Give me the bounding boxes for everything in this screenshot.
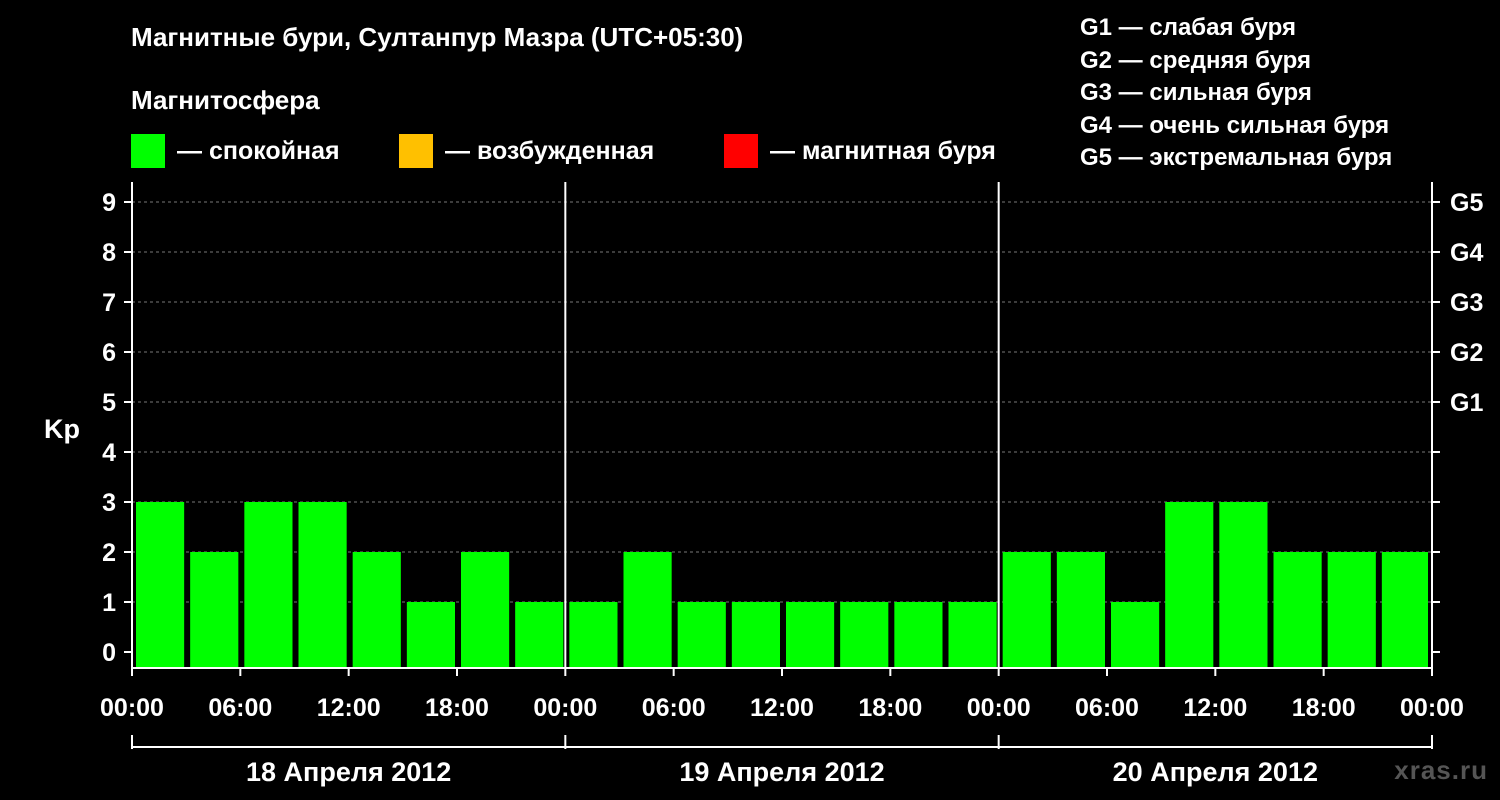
y-axis-label: Kp: [44, 414, 80, 444]
kp-bar-chart: 0 1 2 3 4 5 6 7 8 9 G1 G2 G3 G4 G5 Kp 00:00 06:00 12:00 18:…: [44, 182, 1483, 787]
kp-bar-22: [1327, 552, 1376, 668]
kp-bar-17: [1056, 552, 1105, 668]
kp-bar-14: [894, 602, 943, 668]
x-tick-label-6: 12:00: [750, 694, 814, 722]
x-tick-label-0: 00:00: [100, 694, 164, 722]
kp-bar-10: [677, 602, 726, 668]
kp-bar-23: [1381, 552, 1428, 668]
kp-bar-21: [1273, 552, 1322, 668]
kp-bar-7: [515, 602, 564, 668]
g-label-g1: G1: [1450, 389, 1483, 417]
g-label-g4: G4: [1450, 239, 1483, 267]
x-tick-label-12: 00:00: [1400, 694, 1464, 722]
kp-bar-15: [948, 602, 997, 668]
x-tick-label-11: 18:00: [1292, 694, 1356, 722]
y-tick-label-1: 1: [102, 589, 116, 617]
x-tick-label-8: 00:00: [967, 694, 1031, 722]
kp-bar-3: [298, 502, 347, 668]
day-label-1: 19 Апреля 2012: [679, 757, 884, 787]
x-tick-label-7: 18:00: [858, 694, 922, 722]
kp-bar-20: [1219, 502, 1268, 668]
x-tick-label-2: 12:00: [317, 694, 381, 722]
y-tick-label-8: 8: [102, 239, 116, 267]
y-tick-label-2: 2: [102, 539, 116, 567]
kp-bar-18: [1111, 602, 1160, 668]
x-tick-label-9: 06:00: [1075, 694, 1139, 722]
kp-bar-4: [352, 552, 401, 668]
y-tick-label-5: 5: [102, 389, 116, 417]
x-tick-label-1: 06:00: [208, 694, 272, 722]
kp-bar-19: [1165, 502, 1214, 668]
y-tick-label-0: 0: [102, 639, 116, 667]
x-tick-label-5: 06:00: [642, 694, 706, 722]
x-tick-label-4: 00:00: [533, 694, 597, 722]
x-tick-label-3: 18:00: [425, 694, 489, 722]
kp-bar-9: [623, 552, 672, 668]
y-tick-label-9: 9: [102, 189, 116, 217]
kp-bar-5: [406, 602, 455, 668]
y-tick-label-6: 6: [102, 339, 116, 367]
g-label-g2: G2: [1450, 339, 1483, 367]
kp-bar-13: [840, 602, 889, 668]
kp-bar-1: [190, 552, 239, 668]
day-label-0: 18 Апреля 2012: [246, 757, 451, 787]
kp-bar-16: [1002, 552, 1051, 668]
kp-bar-6: [461, 552, 510, 668]
y-tick-label-4: 4: [102, 439, 116, 467]
g-label-g3: G3: [1450, 289, 1483, 317]
y-tick-label-7: 7: [102, 289, 116, 317]
day-label-2: 20 Апреля 2012: [1113, 757, 1318, 787]
kp-bar-8: [569, 602, 618, 668]
kp-bar-2: [244, 502, 293, 668]
kp-bar-12: [786, 602, 835, 668]
g-label-g5: G5: [1450, 189, 1483, 217]
kp-bar-11: [731, 602, 780, 668]
x-tick-label-10: 12:00: [1183, 694, 1247, 722]
kp-bar-0: [136, 502, 185, 668]
y-tick-label-3: 3: [102, 489, 116, 517]
watermark: xras.ru: [1394, 755, 1488, 785]
